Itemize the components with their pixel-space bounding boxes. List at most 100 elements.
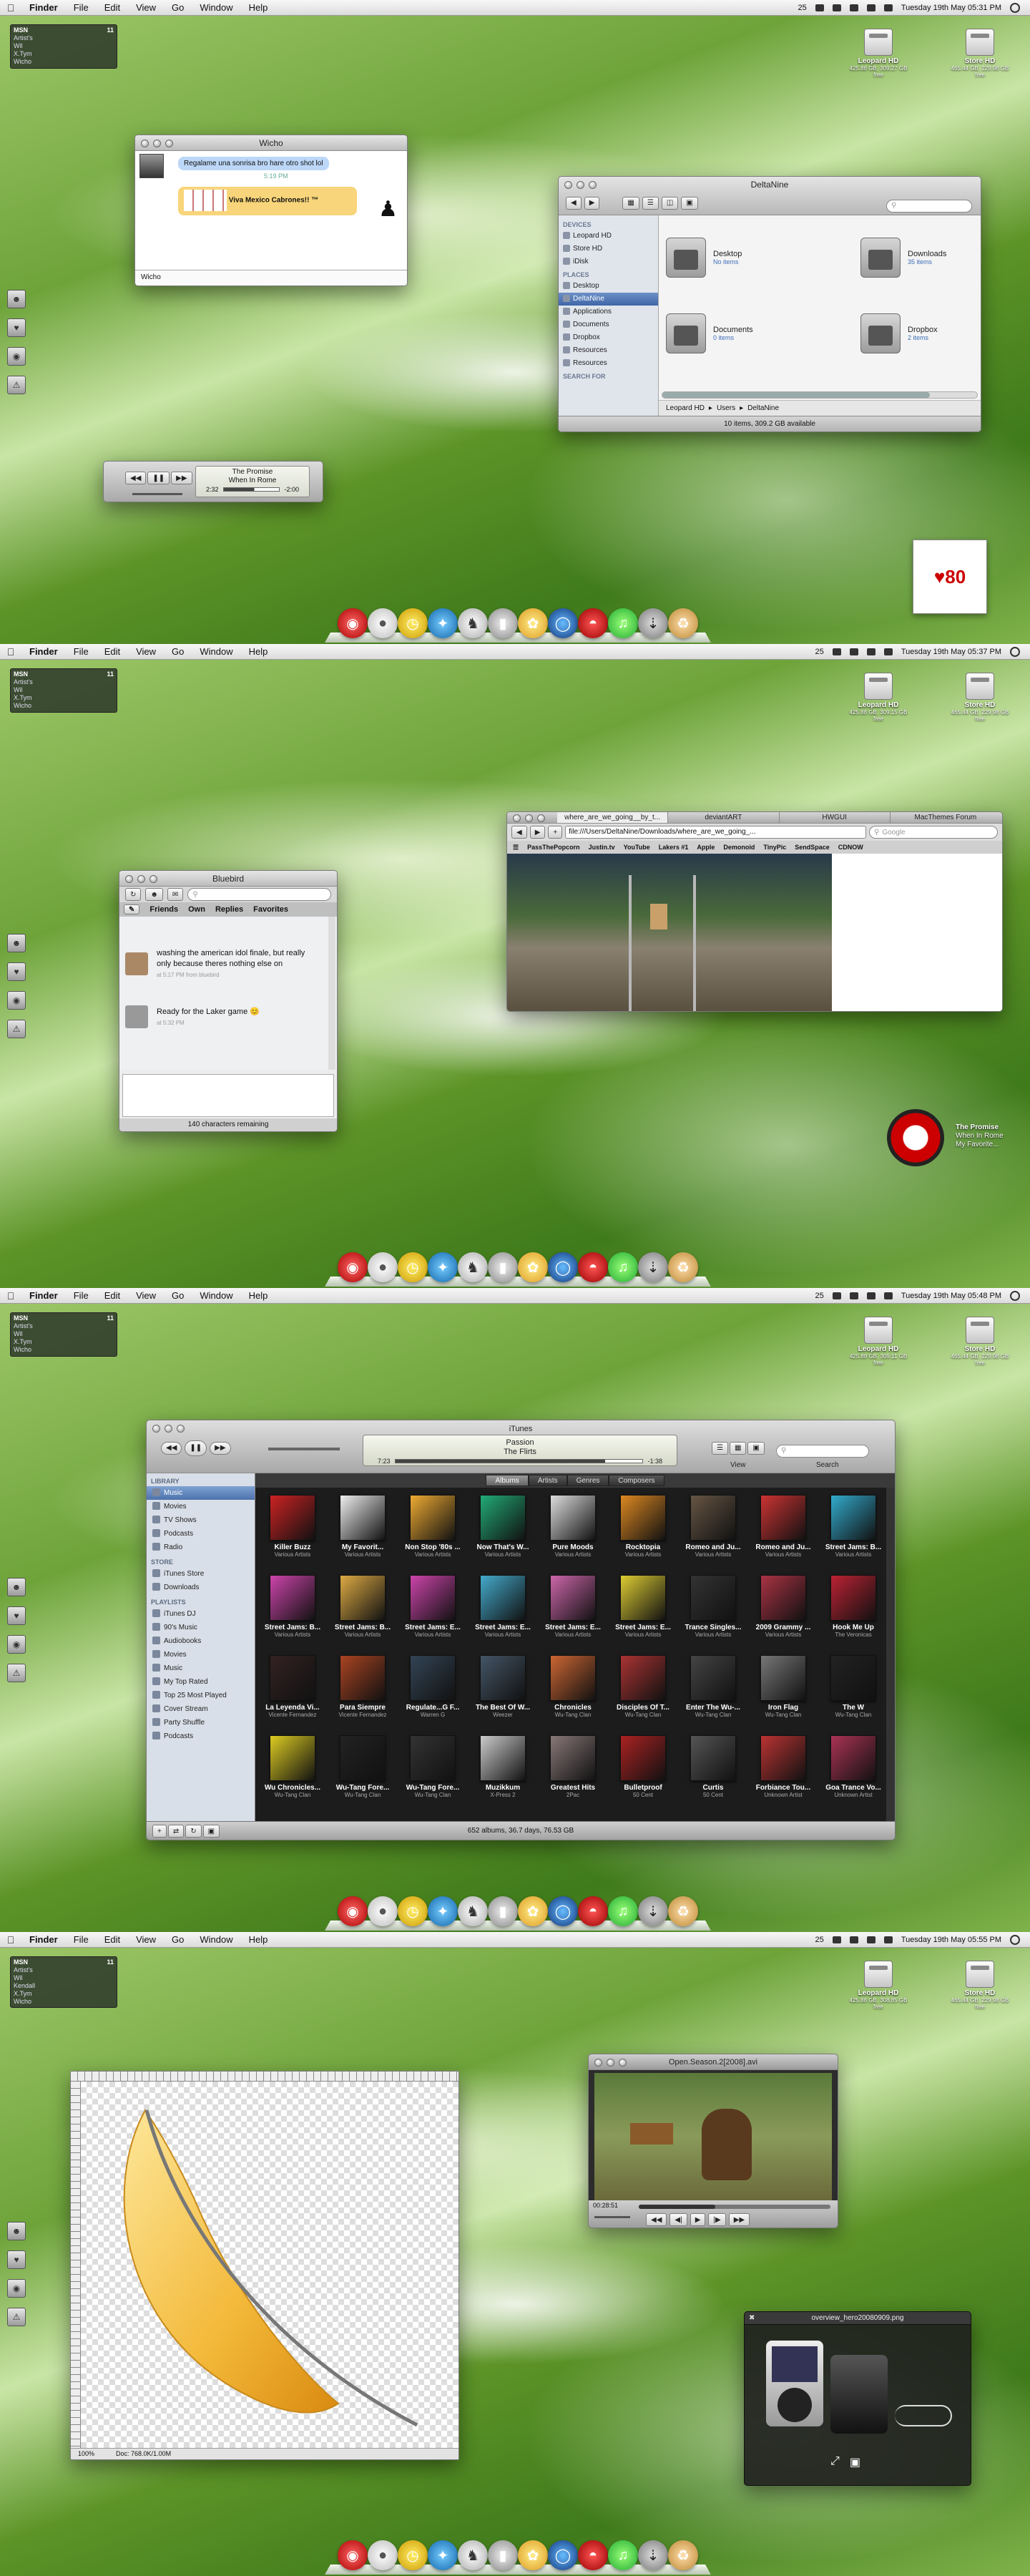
slideshow-icon[interactable]: ▣ <box>850 2455 860 2469</box>
sidebar-item-tv-shows[interactable]: TV Shows <box>147 1513 255 1527</box>
trash-icon[interactable]: ♻ <box>668 1896 698 1926</box>
album-tile[interactable]: Street Jams: E... Various Artists <box>400 1575 466 1638</box>
window-controls[interactable] <box>141 140 173 147</box>
album-tile[interactable]: Chronicles Wu-Tang Clan <box>540 1655 606 1718</box>
menu-window[interactable]: Window <box>192 1934 240 1945</box>
sidebar-item-leopard-hd[interactable]: Leopard HD <box>559 230 658 243</box>
album-tile[interactable]: Romeo and Ju... Various Artists <box>680 1495 746 1558</box>
jar-icon[interactable]: ◉ <box>338 608 368 638</box>
warning-icon[interactable]: ⚠ <box>7 376 26 394</box>
trash-icon[interactable]: ♻ <box>668 2540 698 2570</box>
menu-app[interactable]: Finder <box>21 1934 66 1945</box>
warning-icon[interactable]: ⚠ <box>7 1020 26 1038</box>
preview-window[interactable]: ✖ overview_hero20080909.png ⤢ ▣ <box>744 2311 971 2486</box>
msn-widget[interactable]: MSN 11 Artist's Wil Kendall X.Tym Wicho <box>10 1956 117 2008</box>
album-tile[interactable]: The W Wu-Tang Clan <box>820 1655 886 1718</box>
playlist-item[interactable]: Party Shuffle <box>147 1716 255 1729</box>
search-field[interactable]: ⚲ <box>776 1445 869 1458</box>
pause-button[interactable]: ❚❚ <box>185 1440 207 1456</box>
mail-button[interactable]: ✉ <box>167 888 184 901</box>
playlist-item[interactable]: iTunes DJ <box>147 1607 255 1621</box>
album-tile[interactable]: Regulate...G F... Warren G <box>400 1655 466 1718</box>
volume-icon[interactable] <box>883 1936 893 1943</box>
album-tile[interactable]: Enter The Wu-... Wu-Tang Clan <box>680 1655 746 1718</box>
album-tile[interactable]: Killer Buzz Various Artists <box>260 1495 325 1558</box>
bookmark[interactable]: SendSpace <box>795 844 830 851</box>
globe-icon[interactable]: ◯ <box>548 1252 578 1282</box>
album-tile[interactable]: The Best Of W... Weezer <box>470 1655 536 1718</box>
folder-documents[interactable]: Documents 0 items <box>666 308 823 358</box>
album-tile[interactable]: Wu Chronicles... Wu-Tang Clan <box>260 1735 325 1798</box>
menu-help[interactable]: Help <box>241 1934 276 1945</box>
menu-window[interactable]: Window <box>192 646 240 657</box>
clock-icon[interactable]: ◷ <box>398 1252 428 1282</box>
penguin-icon[interactable]: ♞ <box>458 1896 488 1926</box>
menu-view[interactable]: View <box>128 646 164 657</box>
mouse-icon[interactable]: ● <box>368 2540 398 2570</box>
next-button[interactable]: ▶▶ <box>210 1442 231 1455</box>
next-button[interactable]: ▶▶ <box>171 472 192 484</box>
sidebar-item-resources[interactable]: Resources <box>559 344 658 357</box>
menu-file[interactable]: File <box>66 646 97 657</box>
forward-button[interactable]: ▶ <box>529 826 546 839</box>
album-tile[interactable]: Now That's W... Various Artists <box>470 1495 536 1558</box>
msn-contact[interactable]: Wil <box>14 1330 114 1338</box>
msn-contact[interactable]: Wicho <box>14 58 114 66</box>
bookmark[interactable]: TinyPic <box>763 844 786 851</box>
window-controls[interactable] <box>152 1425 185 1433</box>
apple-icon[interactable]:  <box>0 1290 21 1302</box>
sidebar-item-music[interactable]: Music <box>147 1486 255 1500</box>
window-controls[interactable] <box>564 181 597 189</box>
mouse-icon[interactable]: ● <box>368 608 398 638</box>
volume-icon[interactable] <box>883 1292 893 1299</box>
heart-icon[interactable]: ♥ <box>7 962 26 981</box>
tab-replies[interactable]: Replies <box>215 905 243 914</box>
itunes-icon[interactable]: ♫ <box>608 1896 638 1926</box>
jar-icon[interactable]: ◉ <box>338 2540 368 2570</box>
eye-icon[interactable]: ◉ <box>7 347 26 366</box>
menu-file[interactable]: File <box>66 1290 97 1301</box>
safari-icon[interactable]: ✦ <box>428 608 458 638</box>
album-tile[interactable]: Curtis 50 Cent <box>680 1735 746 1798</box>
msn-widget[interactable]: MSN 11 Artist's Wil X.Tym Wicho <box>10 24 117 69</box>
artwork-button[interactable]: ▣ <box>202 1825 220 1838</box>
menu-go[interactable]: Go <box>164 1934 192 1945</box>
playlist-item[interactable]: Audiobooks <box>147 1634 255 1648</box>
bluebird-window[interactable]: Bluebird ↻ ☻ ✉ ⚲ ✎ Friends Own Replies F… <box>119 870 338 1132</box>
trash-icon[interactable]: ♻ <box>668 1252 698 1282</box>
menu-help[interactable]: Help <box>241 2 276 13</box>
menu-edit[interactable]: Edit <box>97 646 128 657</box>
zoom-level[interactable]: 100% <box>78 2449 94 2459</box>
sidebar-item-movies[interactable]: Movies <box>147 1500 255 1513</box>
msn-contact[interactable]: Wicho <box>14 702 114 710</box>
sidebar-item-deltanine[interactable]: DeltaNine <box>559 293 658 306</box>
previous-button[interactable]: ◀◀ <box>125 472 147 484</box>
album-tile[interactable]: Iron Flag Wu-Tang Clan <box>750 1655 816 1718</box>
browser-window[interactable]: where_are_we_going__by_t... deviantART H… <box>506 811 1003 1012</box>
album-tile[interactable]: La Leyenda Vi... Vicente Fernandez <box>260 1655 325 1718</box>
tab-composers[interactable]: Composers <box>609 1475 664 1486</box>
downloads-icon[interactable]: ⇣ <box>638 608 668 638</box>
list-view-button[interactable]: ☰ <box>642 197 659 210</box>
remote-icon[interactable]: ▮ <box>488 1896 518 1926</box>
feather-icon[interactable]: ✿ <box>518 2540 548 2570</box>
album-tile[interactable]: Muzikkum X-Press 2 <box>470 1735 536 1798</box>
menu-window[interactable]: Window <box>192 1290 240 1301</box>
drive-store-hd[interactable]: Store HD 465.44 GB, 229.98 GB free <box>948 673 1012 722</box>
penguin-icon[interactable]: ♞ <box>458 2540 488 2570</box>
video-frame[interactable] <box>594 2073 832 2200</box>
music-widget-icon[interactable] <box>887 1109 944 1166</box>
safari-icon[interactable]: ✦ <box>428 1252 458 1282</box>
display-icon[interactable] <box>815 4 824 11</box>
bookmark[interactable]: CDNOW <box>838 844 863 851</box>
tweet[interactable]: Ready for the Laker game 😊 at 5:32 PM <box>157 1007 320 1028</box>
globe-icon[interactable]: ◯ <box>548 2540 578 2570</box>
path-item[interactable]: Leopard HD <box>666 404 705 412</box>
msn-contact[interactable]: Wil <box>14 42 114 50</box>
feather-icon[interactable]: ✿ <box>518 1252 548 1282</box>
wifi-icon[interactable] <box>849 4 858 11</box>
msn-contact[interactable]: Wicho <box>14 1346 114 1354</box>
album-tile[interactable]: Greatest Hits 2Pac <box>540 1735 606 1798</box>
book-icon[interactable]: ☰ <box>513 844 519 852</box>
playlist-item[interactable]: Music <box>147 1662 255 1675</box>
